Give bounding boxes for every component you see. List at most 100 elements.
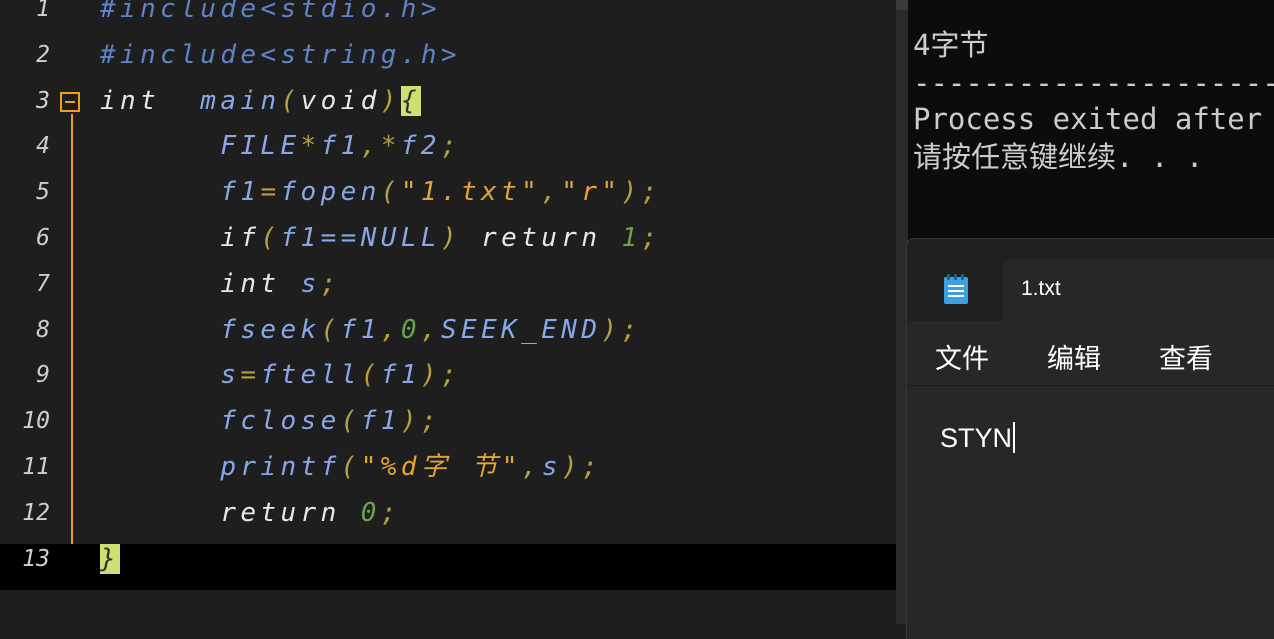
code-token: fopen (280, 177, 381, 208)
line-number: 11 (22, 454, 50, 480)
line-code: printf("%d字 节",s); (100, 452, 602, 482)
notepad-icon (944, 274, 968, 304)
code-token: #include<string.h> (100, 39, 461, 70)
code-line[interactable]: 12 return 0; (0, 498, 896, 544)
console-line-exit: Process exited after (913, 102, 1263, 136)
code-token: fclose (220, 406, 341, 437)
code-token: return (220, 497, 341, 528)
code-line[interactable]: 2 #include<string.h> (0, 40, 896, 86)
code-line[interactable]: 5 f1=fopen("1.txt","r"); (0, 177, 896, 223)
code-token: void (300, 85, 381, 116)
code-token: "%d字 节" (360, 452, 522, 482)
code-token: ); (621, 177, 662, 208)
code-token: , (380, 314, 401, 345)
document-text: STYN (940, 422, 1016, 454)
code-token: , (420, 314, 441, 345)
line-code: #include<stdio.h> (100, 0, 441, 24)
collapse-block-icon[interactable] (60, 92, 80, 112)
code-token: , (541, 177, 562, 208)
code-editor[interactable]: 1 #include<stdio.h> 2 #include<string.h> 3 in… (0, 0, 896, 624)
code-line[interactable]: 3 int main(void){ (0, 85, 896, 132)
code-token: ) (440, 223, 461, 253)
code-token: ( (340, 452, 361, 482)
code-token: f1 (360, 406, 401, 437)
menu-file[interactable]: 文件 (935, 337, 989, 376)
code-line[interactable]: 8 fseek(f1,0,SEEK_END); (0, 315, 896, 361)
code-token: } (100, 543, 121, 574)
code-token: ( (280, 85, 301, 116)
code-token: s (220, 360, 241, 391)
code-token: s (300, 268, 321, 299)
line-code: f1=fopen("1.txt","r"); (100, 177, 662, 207)
console-line-prompt: 请按任意键继续. . . (913, 140, 1204, 174)
code-line[interactable]: 6 if(f1==NULL) return 1; (0, 223, 896, 269)
line-number: 9 (36, 362, 50, 389)
code-token: ; (320, 268, 341, 299)
line-number: 6 (36, 225, 50, 251)
line-number: 12 (22, 499, 50, 526)
code-token: , (521, 452, 542, 482)
code-token: f2 (400, 131, 441, 162)
code-line[interactable]: 7 int s; (0, 269, 896, 315)
code-line[interactable]: 10 fclose(f1); (0, 406, 896, 452)
line-number: 5 (36, 179, 50, 206)
menu-view[interactable]: 查看 (1159, 337, 1213, 376)
code-token: ); (400, 406, 441, 437)
line-code: } (100, 543, 121, 574)
code-token: FILE (220, 131, 301, 162)
code-token: ) (380, 85, 401, 116)
code-token: f1 (380, 360, 421, 391)
code-token: ( (340, 406, 361, 437)
code-token: ); (561, 452, 603, 482)
line-code: #include<string.h> (100, 40, 461, 70)
line-code: if(f1==NULL) return 1; (100, 223, 662, 253)
code-token: ( (360, 360, 381, 391)
code-line[interactable]: 11 printf("%d字 节",s); (0, 452, 896, 498)
code-line[interactable]: 1 #include<stdio.h> (0, 0, 896, 40)
line-number: 13 (22, 545, 50, 572)
line-number: 8 (36, 316, 50, 343)
line-code: int s; (100, 269, 341, 299)
code-line[interactable]: 4 FILE*f1,*f2; (0, 131, 896, 177)
text-caret (1013, 422, 1016, 453)
code-line[interactable]: 9 s=ftell(f1); (0, 360, 896, 406)
line-code: return 0; (100, 498, 401, 528)
code-token: fseek (220, 314, 321, 345)
code-line[interactable]: 13} (0, 543, 896, 590)
notepad-titlebar[interactable]: 1.txt (907, 239, 1274, 321)
line-number: 4 (36, 133, 50, 160)
text-area[interactable]: STYN (907, 385, 1274, 639)
line-code: s=ftell(f1); (100, 360, 461, 390)
code-token: "r" (561, 177, 622, 208)
code-token: = (240, 360, 261, 391)
code-token: int (220, 268, 281, 299)
code-token: f1 (220, 177, 261, 208)
console-line-output: 4字节 (913, 28, 989, 62)
line-code: fclose(f1); (100, 406, 441, 436)
tab-title: 1.txt (1021, 277, 1061, 300)
code-token: ); (601, 314, 642, 345)
code-token: SEEK_END (440, 314, 602, 345)
code-token: "1.txt" (400, 177, 542, 208)
code-token: f1==NULL (280, 223, 441, 253)
code-token: if (220, 223, 261, 253)
console-line-separator: -------------------------------- (913, 66, 1274, 100)
code-token: 1 (621, 223, 642, 253)
menu-edit[interactable]: 编辑 (1047, 337, 1101, 376)
code-token: main (200, 85, 281, 116)
splitter-handle[interactable] (896, 0, 908, 10)
tab-file[interactable]: 1.txt (1003, 259, 1274, 321)
notepad-window[interactable]: 1.txt 文件 编辑 查看 STYN (906, 238, 1274, 639)
code-token: ( (260, 223, 281, 253)
code-token: ( (380, 177, 401, 208)
